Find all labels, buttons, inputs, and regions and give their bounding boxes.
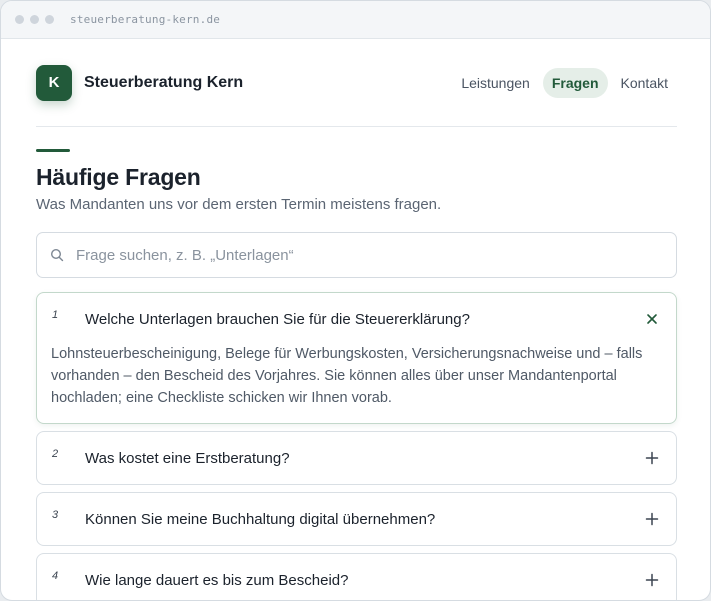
- search-icon: [50, 248, 64, 262]
- faq-search-box[interactable]: [36, 232, 677, 278]
- main-nav: Leistungen Fragen Kontakt: [448, 67, 677, 98]
- faq-number: 2: [52, 448, 59, 460]
- faq-item-3: 3 Können Sie meine Buchhaltung digital ü…: [36, 492, 677, 546]
- brand-logo[interactable]: K: [36, 64, 72, 101]
- faq-list: 1 Welche Unterlagen brauchen Sie für die…: [36, 292, 677, 600]
- window-dot-close[interactable]: [15, 15, 24, 24]
- window-dot-minimize[interactable]: [30, 15, 39, 24]
- site-header: K Steuerberatung Kern Leistungen Fragen …: [36, 39, 677, 127]
- nav-item-kontakt[interactable]: Kontakt: [612, 68, 677, 98]
- faq-item-1: 1 Welche Unterlagen brauchen Sie für die…: [36, 292, 677, 424]
- faq-number: 3: [52, 509, 59, 521]
- brand-name[interactable]: Steuerberatung Kern: [84, 74, 243, 92]
- plus-icon[interactable]: [644, 511, 660, 527]
- faq-search-input[interactable]: [76, 246, 636, 264]
- close-icon[interactable]: [644, 311, 660, 327]
- page-title: Häufige Fragen: [36, 164, 201, 190]
- faq-header[interactable]: 2 Was kostet eine Erstberatung?: [37, 432, 676, 484]
- page-subtitle: Was Mandanten uns vor dem ersten Termin …: [36, 196, 442, 213]
- nav-item-leistungen[interactable]: Leistungen: [452, 68, 539, 98]
- faq-item-2: 2 Was kostet eine Erstberatung?: [36, 431, 677, 485]
- faq-header[interactable]: 3 Können Sie meine Buchhaltung digital ü…: [37, 493, 676, 545]
- plus-icon[interactable]: [644, 572, 660, 588]
- faq-header[interactable]: 1 Welche Unterlagen brauchen Sie für die…: [37, 293, 676, 345]
- title-accent-bar: [36, 149, 70, 152]
- faq-number: 4: [52, 570, 59, 582]
- nav-item-fragen[interactable]: Fragen: [542, 67, 608, 98]
- page-content: K Steuerberatung Kern Leistungen Fragen …: [36, 39, 677, 600]
- faq-question[interactable]: Können Sie meine Buchhaltung digital übe…: [85, 511, 435, 528]
- faq-question[interactable]: Wie lange dauert es bis zum Bescheid?: [85, 572, 348, 589]
- plus-icon[interactable]: [644, 450, 660, 466]
- browser-window: steuerberatung-kern.de K Steuerberatung …: [0, 0, 711, 601]
- browser-chrome: steuerberatung-kern.de: [1, 1, 710, 39]
- faq-number: 1: [52, 309, 59, 321]
- faq-question[interactable]: Welche Unterlagen brauchen Sie für die S…: [85, 311, 470, 328]
- faq-answer: Lohnsteuerbescheinigung, Belege für Werb…: [51, 346, 643, 406]
- faq-question[interactable]: Was kostet eine Erstberatung?: [85, 450, 290, 467]
- window-dot-maximize[interactable]: [45, 15, 54, 24]
- faq-item-4: 4 Wie lange dauert es bis zum Bescheid?: [36, 553, 677, 600]
- faq-header[interactable]: 4 Wie lange dauert es bis zum Bescheid?: [37, 554, 676, 600]
- address-bar-url[interactable]: steuerberatung-kern.de: [70, 13, 220, 26]
